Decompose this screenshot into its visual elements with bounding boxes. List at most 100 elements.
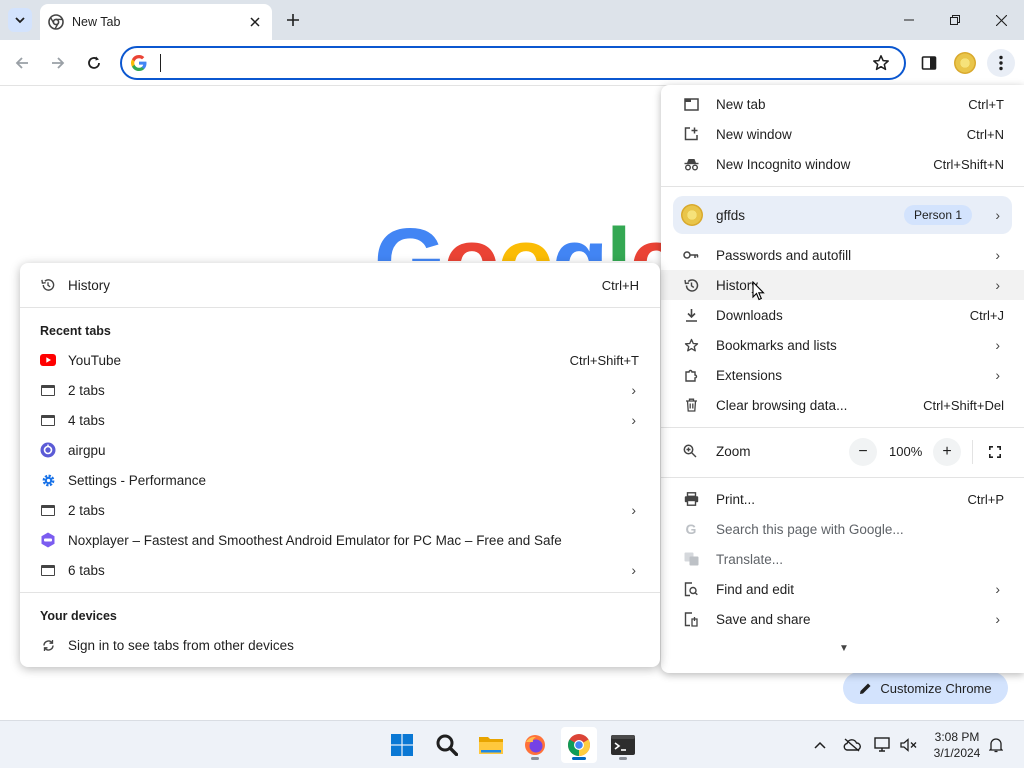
profile-badge: Person 1 bbox=[903, 205, 972, 225]
history-icon bbox=[40, 277, 56, 293]
recent-item-youtube[interactable]: YouTube Ctrl+Shift+T bbox=[20, 345, 660, 375]
new-tab-button[interactable] bbox=[281, 8, 305, 32]
zoom-level: 100% bbox=[889, 444, 923, 459]
zoom-out-button[interactable]: − bbox=[849, 438, 877, 466]
tab-new-tab[interactable]: New Tab bbox=[40, 4, 272, 40]
taskbar-firefox[interactable] bbox=[517, 727, 553, 763]
menu-item-new-tab[interactable]: New tab Ctrl+T bbox=[661, 89, 1024, 119]
taskbar-file-explorer[interactable] bbox=[473, 727, 509, 763]
side-panel-icon bbox=[921, 56, 937, 70]
notifications-button[interactable] bbox=[986, 735, 1006, 755]
bell-icon bbox=[989, 738, 1003, 753]
taskbar-chrome[interactable] bbox=[561, 727, 597, 763]
minimize-button[interactable] bbox=[886, 0, 932, 40]
chevron-right-icon: › bbox=[995, 277, 1000, 293]
menu-item-passwords-and-autofill[interactable]: Passwords and autofill › bbox=[661, 240, 1024, 270]
taskbar-clock[interactable]: 3:08 PM 3/1/2024 bbox=[925, 729, 989, 761]
submenu-divider bbox=[20, 592, 660, 593]
chevron-right-icon: › bbox=[631, 502, 636, 518]
key-icon bbox=[683, 247, 699, 263]
firefox-icon bbox=[525, 735, 545, 755]
more-vert-icon bbox=[999, 55, 1003, 71]
running-indicator bbox=[572, 757, 586, 760]
side-panel-button[interactable] bbox=[915, 49, 943, 77]
menu-item-clear-browsing-data[interactable]: Clear browsing data... Ctrl+Shift+Del bbox=[661, 390, 1024, 420]
title-bar: New Tab bbox=[0, 0, 1024, 40]
recent-item-tab-group[interactable]: 6 tabs › bbox=[20, 555, 660, 585]
menu-item-downloads[interactable]: Downloads Ctrl+J bbox=[661, 300, 1024, 330]
recent-item-tab-group[interactable]: 4 tabs › bbox=[20, 405, 660, 435]
taskbar: 3:08 PM 3/1/2024 bbox=[0, 720, 1024, 768]
zoom-label: Zoom bbox=[716, 444, 751, 459]
menu-item-search-with-google[interactable]: G Search this page with Google... bbox=[661, 514, 1024, 544]
profile-button[interactable] bbox=[951, 49, 979, 77]
recent-item-settings-performance[interactable]: Settings - Performance bbox=[20, 465, 660, 495]
recent-item-tab-group[interactable]: 2 tabs › bbox=[20, 495, 660, 525]
close-window-button[interactable] bbox=[978, 0, 1024, 40]
recent-item-airgpu[interactable]: airgpu bbox=[20, 435, 660, 465]
chevron-right-icon: › bbox=[631, 562, 636, 578]
menu-divider bbox=[661, 427, 1024, 428]
google-g-icon bbox=[131, 55, 147, 71]
taskbar-terminal[interactable] bbox=[605, 727, 641, 763]
history-submenu: History Ctrl+H Recent tabs YouTube Ctrl+… bbox=[20, 263, 660, 667]
clock-time: 3:08 PM bbox=[934, 730, 980, 744]
menu-item-save-and-share[interactable]: Save and share › bbox=[661, 604, 1024, 634]
tray-onedrive[interactable] bbox=[842, 735, 862, 755]
chevron-down-icon bbox=[15, 17, 25, 24]
recent-item-noxplayer[interactable]: Noxplayer – Fastest and Smoothest Androi… bbox=[20, 525, 660, 555]
zoom-divider bbox=[972, 440, 973, 464]
plus-icon bbox=[287, 14, 299, 26]
address-input[interactable] bbox=[158, 52, 858, 74]
start-button[interactable] bbox=[384, 727, 420, 763]
chrome-main-menu: New tab Ctrl+T New window Ctrl+N New Inc… bbox=[661, 85, 1024, 673]
address-bar[interactable] bbox=[120, 46, 906, 80]
menu-item-bookmarks-and-lists[interactable]: Bookmarks and lists › bbox=[661, 330, 1024, 360]
menu-item-new-incognito-window[interactable]: New Incognito window Ctrl+Shift+N bbox=[661, 149, 1024, 179]
back-button[interactable] bbox=[8, 49, 36, 77]
puzzle-icon bbox=[683, 367, 699, 383]
menu-item-print[interactable]: Print... Ctrl+P bbox=[661, 484, 1024, 514]
fullscreen-button[interactable] bbox=[983, 440, 1007, 464]
tray-network[interactable] bbox=[873, 735, 893, 755]
print-icon bbox=[683, 491, 699, 507]
restore-icon bbox=[950, 15, 960, 25]
close-tab-icon[interactable] bbox=[246, 13, 264, 31]
google-logo: Google bbox=[374, 215, 679, 261]
menu-item-extensions[interactable]: Extensions › bbox=[661, 360, 1024, 390]
menu-item-profile[interactable]: gffds Person 1 › bbox=[673, 196, 1012, 234]
menu-divider bbox=[661, 477, 1024, 478]
restore-button[interactable] bbox=[932, 0, 978, 40]
chrome-menu-button[interactable] bbox=[987, 49, 1015, 77]
recent-item-tab-group[interactable]: 2 tabs › bbox=[20, 375, 660, 405]
menu-item-translate[interactable]: Translate... bbox=[661, 544, 1024, 574]
tab-title: New Tab bbox=[72, 15, 121, 29]
sign-in-devices-item[interactable]: Sign in to see tabs from other devices bbox=[20, 630, 660, 660]
tab-search-button[interactable] bbox=[8, 8, 32, 32]
running-indicator bbox=[531, 757, 539, 760]
toolbar bbox=[0, 40, 1024, 86]
mouse-cursor-icon bbox=[752, 281, 765, 301]
chevron-right-icon: › bbox=[995, 337, 1000, 353]
customize-chrome-button[interactable]: Customize Chrome bbox=[843, 672, 1008, 704]
your-devices-heading: Your devices bbox=[40, 609, 117, 623]
minimize-icon bbox=[904, 19, 914, 21]
find-icon bbox=[683, 581, 699, 597]
history-icon bbox=[683, 277, 699, 293]
reload-button[interactable] bbox=[80, 49, 108, 77]
tray-volume[interactable] bbox=[899, 735, 919, 755]
airgpu-icon bbox=[40, 442, 56, 458]
new-tab-icon bbox=[683, 96, 699, 112]
bookmark-star-icon[interactable] bbox=[872, 54, 890, 72]
more-items-caret-icon[interactable]: ▼ bbox=[839, 643, 849, 654]
zoom-in-button[interactable]: + bbox=[933, 438, 961, 466]
taskbar-search-button[interactable] bbox=[429, 727, 465, 763]
submenu-item-history[interactable]: History Ctrl+H bbox=[20, 270, 660, 300]
menu-item-find-and-edit[interactable]: Find and edit › bbox=[661, 574, 1024, 604]
menu-item-new-window[interactable]: New window Ctrl+N bbox=[661, 119, 1024, 149]
tray-overflow-button[interactable] bbox=[810, 735, 830, 755]
chevron-right-icon: › bbox=[995, 581, 1000, 597]
menu-item-history[interactable]: History › bbox=[661, 270, 1024, 300]
forward-button[interactable] bbox=[44, 49, 72, 77]
windows-logo-icon bbox=[391, 734, 413, 756]
